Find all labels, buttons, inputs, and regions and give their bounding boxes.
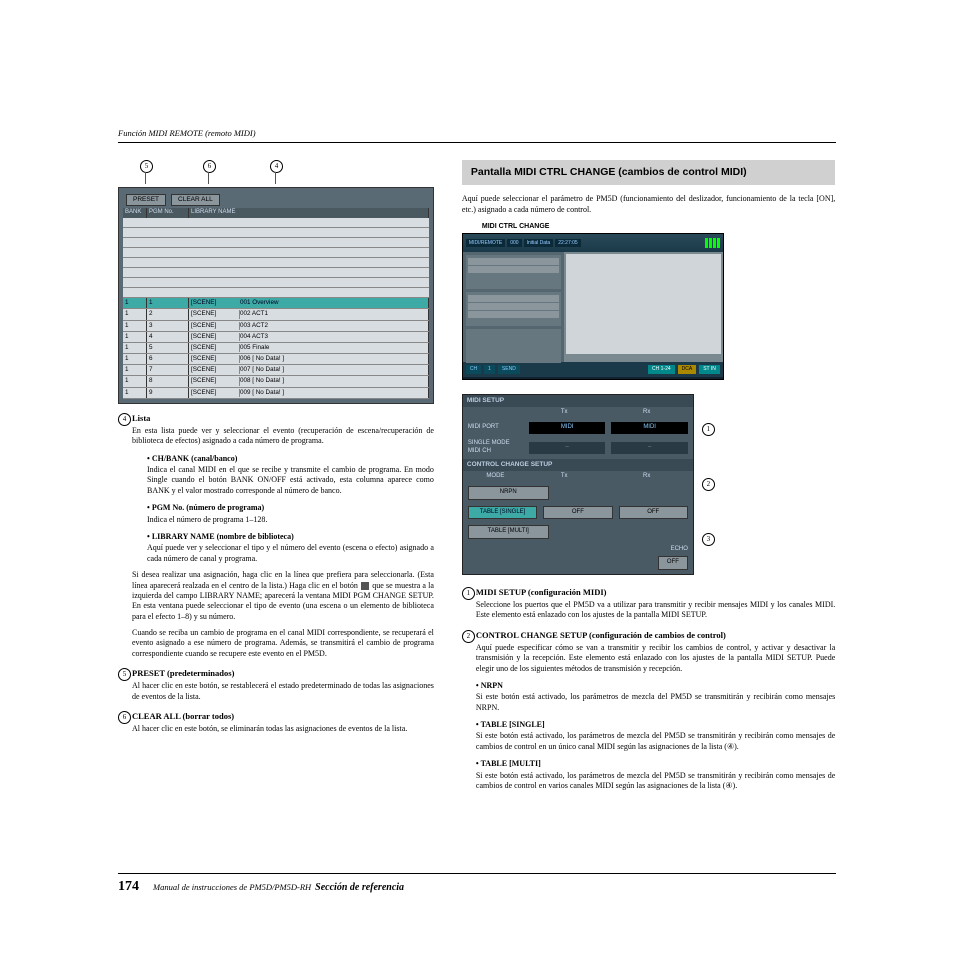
- section-5-preset: 5 PRESET (predeterminados) Al hacer clic…: [118, 668, 434, 702]
- screenshot-callouts: 1 2 3: [702, 394, 715, 575]
- callout-4-icon: 4: [270, 160, 283, 173]
- section-title: Pantalla MIDI CTRL CHANGE (cambios de co…: [462, 160, 835, 185]
- sub-heading: NRPN: [481, 681, 503, 690]
- callout-6-icon: 6: [203, 160, 216, 173]
- sub-heading: LIBRARY NAME (nombre de biblioteca): [152, 532, 294, 541]
- table-row[interactable]: 11[SCENE]001 Overview: [123, 298, 429, 309]
- num-4-icon: 4: [118, 413, 131, 426]
- table-row[interactable]: 16[SCENE]006 [ No Data! ]: [123, 354, 429, 365]
- table-row[interactable]: 18[SCENE]008 [ No Data! ]: [123, 376, 429, 387]
- left-column: 5 6 4 PRESET CLEAR ALL BANK PGM No. LIBR…: [118, 160, 434, 792]
- section-heading: CLEAR ALL (borrar todos): [132, 711, 434, 722]
- list-icon: [361, 582, 369, 590]
- ctrl-change-screenshot: MIDI/REMOTE 000 Initial Data 22:27:05 CH…: [462, 233, 724, 380]
- paragraph: Cuando se reciba un cambio de programa e…: [132, 628, 434, 659]
- tx-ch[interactable]: –: [529, 442, 606, 454]
- section-heading: MIDI SETUP (configuración MIDI): [476, 587, 835, 598]
- rx-ch[interactable]: –: [611, 442, 688, 454]
- section-heading: CONTROL CHANGE SETUP (configuración de c…: [476, 630, 835, 641]
- running-header: Función MIDI REMOTE (remoto MIDI): [118, 128, 256, 139]
- page-footer: 174 Manual de instrucciones de PM5D/PM5D…: [118, 873, 836, 896]
- manual-page: Función MIDI REMOTE (remoto MIDI) 5 6 4 …: [0, 0, 954, 954]
- table-row[interactable]: 17[SCENE]007 [ No Data! ]: [123, 365, 429, 376]
- table-multi-button[interactable]: TABLE [MULTI]: [468, 525, 549, 539]
- tx-off-button[interactable]: OFF: [543, 506, 612, 520]
- table-row[interactable]: 19[SCENE]009 [ No Data! ]: [123, 388, 429, 399]
- num-5-icon: 5: [118, 668, 131, 681]
- num-2-icon: 2: [462, 630, 475, 643]
- sub-heading: TABLE [SINGLE]: [481, 720, 545, 729]
- header-rule: [118, 142, 836, 143]
- figure-label: MIDI CTRL CHANGE: [482, 222, 835, 231]
- num-1-icon: 1: [462, 587, 475, 600]
- intro-text: Aquí puede seleccionar el parámetro de P…: [462, 194, 835, 215]
- callout-1-icon: 1: [702, 423, 715, 436]
- sub-heading: TABLE [MULTI]: [481, 759, 541, 768]
- callout-3-icon: 3: [702, 533, 715, 546]
- table-body: 11[SCENE]001 Overview12[SCENE]002 ACT113…: [123, 218, 429, 399]
- callout-2-icon: 2: [702, 478, 715, 491]
- section-4-lista: 4 Lista En esta lista puede ver y selecc…: [118, 413, 434, 564]
- right-column: Pantalla MIDI CTRL CHANGE (cambios de co…: [462, 160, 835, 792]
- rx-port[interactable]: MIDI: [611, 422, 688, 434]
- callout-5-icon: 5: [140, 160, 153, 173]
- paragraph: Si desea realizar una asignación, haga c…: [132, 570, 434, 622]
- num-6-icon: 6: [118, 711, 131, 724]
- preset-button[interactable]: PRESET: [126, 194, 166, 206]
- section-6-clear-all: 6 CLEAR ALL (borrar todos) Al hacer clic…: [118, 711, 434, 734]
- echo-off-button[interactable]: OFF: [658, 556, 688, 570]
- callout-labels: 5 6 4: [118, 160, 434, 184]
- midi-setup-screenshot: MIDI SETUP TxRx MIDI PORTMIDIMIDI SINGLE…: [462, 394, 694, 575]
- section-heading: PRESET (predeterminados): [132, 668, 434, 679]
- table-row[interactable]: 15[SCENE]005 Finale: [123, 343, 429, 354]
- clear-all-button[interactable]: CLEAR ALL: [171, 194, 220, 206]
- nrpn-button[interactable]: NRPN: [468, 486, 549, 500]
- table-row[interactable]: 13[SCENE]003 ACT2: [123, 321, 429, 332]
- section-heading: Lista: [132, 413, 434, 424]
- rx-off-button[interactable]: OFF: [619, 506, 688, 520]
- table-row[interactable]: 14[SCENE]004 ACT3: [123, 332, 429, 343]
- section-2-ctrl-change-setup: 2 CONTROL CHANGE SETUP (configuración de…: [462, 630, 835, 674]
- table-header: BANK PGM No. LIBRARY NAME: [123, 208, 429, 218]
- page-number: 174: [118, 878, 139, 896]
- table-single-button[interactable]: TABLE [SINGLE]: [468, 506, 537, 520]
- sub-heading: CH/BANK (canal/banco): [152, 454, 238, 463]
- table-row[interactable]: 12[SCENE]002 ACT1: [123, 309, 429, 320]
- pgm-change-table-screenshot: PRESET CLEAR ALL BANK PGM No. LIBRARY NA…: [118, 187, 434, 404]
- tx-port[interactable]: MIDI: [529, 422, 606, 434]
- section-1-midi-setup: 1 MIDI SETUP (configuración MIDI) Selecc…: [462, 587, 835, 621]
- sub-heading: PGM No. (número de programa): [152, 503, 264, 512]
